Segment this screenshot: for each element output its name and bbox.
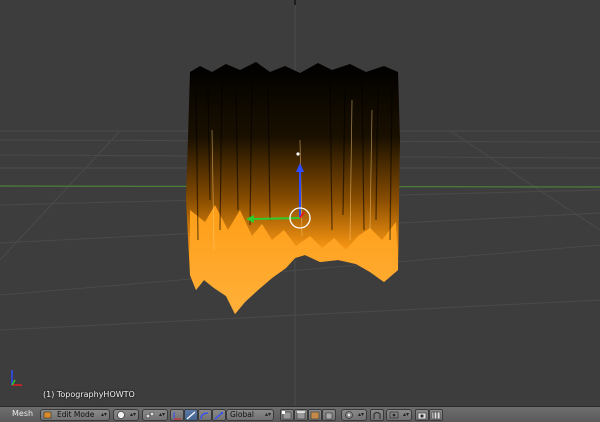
chevron-updown-icon: ▴▾ (357, 411, 364, 418)
limit-selection-visible-button[interactable] (322, 409, 336, 421)
render-button[interactable] (415, 409, 429, 421)
cube-icon (325, 412, 333, 420)
render-animation-icon (431, 411, 441, 420)
mesh-menu[interactable]: Mesh (12, 409, 33, 418)
3d-viewport[interactable]: (1) TopographyHOWTO (0, 0, 600, 406)
snap-target-icon (389, 411, 399, 419)
vertex-select-icon (282, 411, 292, 420)
snap-element-selector[interactable]: ▴▾ (386, 409, 412, 421)
viewport-header: Mesh Edit Mode ▴▾ ▴▾ ▴▾ Global ▴▾ ▴▾ ▴▾ (0, 406, 600, 422)
axis-gizmo (11, 370, 22, 386)
proportional-editing-icon (344, 411, 354, 419)
snap-icon (373, 411, 381, 419)
face-select-icon (310, 411, 320, 420)
chevron-updown-icon: ▴▾ (158, 411, 165, 418)
edge-select-mode-button[interactable] (294, 409, 308, 421)
chevron-updown-icon: ▴▾ (100, 411, 107, 418)
chevron-updown-icon: ▴▾ (402, 411, 409, 418)
orientation-select-label: Global (230, 410, 254, 419)
manipulator-toggle-icon (173, 412, 181, 420)
viewport-shading-selector[interactable]: ▴▾ (113, 409, 139, 421)
mode-cube-icon (43, 411, 53, 419)
chevron-updown-icon: ▴▾ (129, 411, 136, 418)
active-object-label: (1) TopographyHOWTO (43, 390, 135, 399)
translate-manipulator-button[interactable] (184, 409, 198, 421)
mode-select-label: Edit Mode (57, 410, 95, 419)
face-select-mode-button[interactable] (308, 409, 322, 421)
render-icon (417, 412, 427, 420)
proportional-editing-selector[interactable]: ▴▾ (341, 409, 367, 421)
rotate-icon (200, 412, 209, 420)
render-animation-button[interactable] (429, 409, 443, 421)
viewport-shading-icon (116, 411, 126, 419)
terrain-mesh (186, 62, 400, 314)
rotate-manipulator-button[interactable] (198, 409, 212, 421)
pivot-point-selector[interactable]: ▴▾ (142, 409, 168, 421)
edge-select-icon (296, 411, 306, 420)
vertex-select-mode-button[interactable] (280, 409, 294, 421)
transform-orientation-selector[interactable]: Global ▴▾ (226, 409, 274, 421)
snap-toggle-button[interactable] (370, 409, 384, 421)
translate-icon (186, 411, 196, 420)
mode-selector[interactable]: Edit Mode ▴▾ (40, 409, 110, 421)
pivot-point-icon (145, 411, 155, 419)
viewport-canvas[interactable] (0, 0, 600, 406)
scale-manipulator-button[interactable] (212, 409, 226, 421)
manipulator-toggle-button[interactable] (170, 409, 184, 421)
scale-icon (214, 412, 223, 420)
chevron-updown-icon: ▴▾ (264, 411, 271, 418)
